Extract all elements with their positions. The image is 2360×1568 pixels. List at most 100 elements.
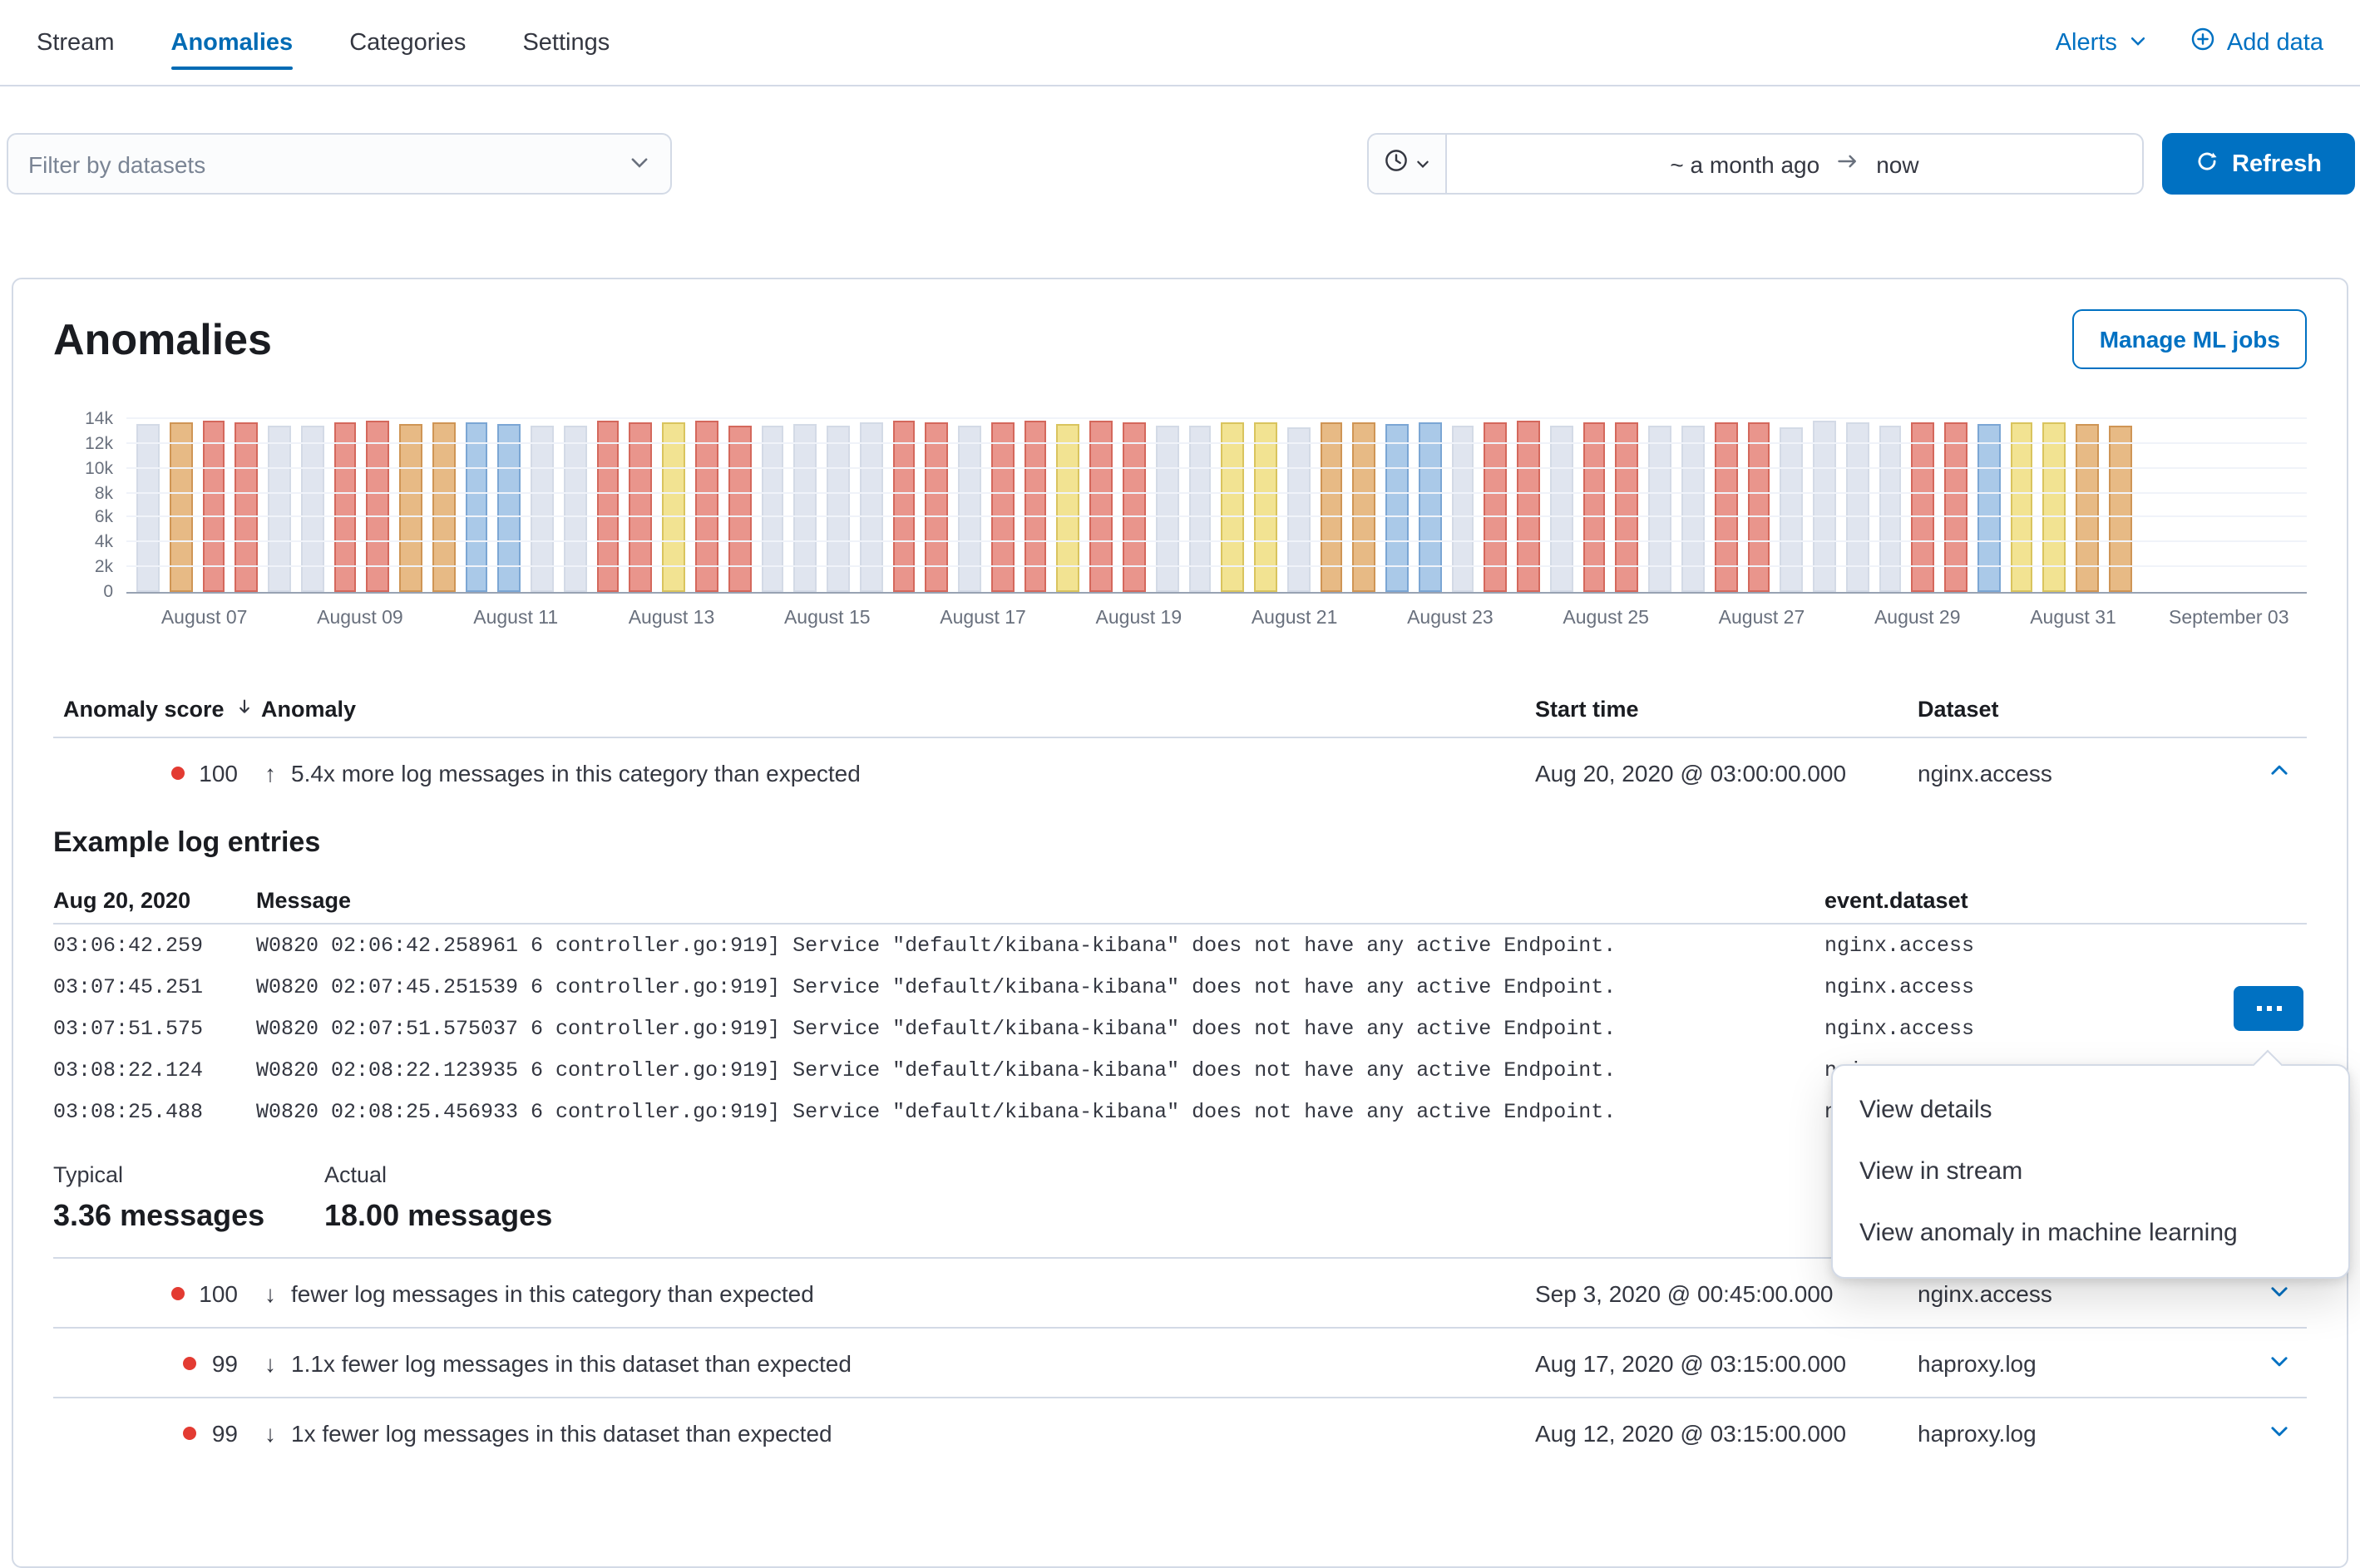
- tab-stream[interactable]: Stream: [37, 0, 115, 85]
- arrow-down-icon: ↓: [264, 1419, 276, 1446]
- chart-gridline: [126, 516, 2307, 518]
- chart-bar: [1287, 427, 1311, 592]
- anomaly-text: 1.1x fewer log messages in this dataset …: [291, 1349, 852, 1376]
- date-picker-group: ~ a month ago now Refresh: [1367, 133, 2355, 195]
- actions-popover: View detailsView in streamView anomaly i…: [1831, 1064, 2350, 1279]
- chart-y-tick-label: 14k: [85, 409, 113, 429]
- quick-select-button[interactable]: [1369, 135, 1447, 193]
- log-message: W0820 02:08:22.123935 6 controller.go:91…: [256, 1058, 1824, 1082]
- app-tabs: Stream Anomalies Categories Settings: [37, 0, 610, 85]
- alerts-menu-button[interactable]: Alerts: [2056, 29, 2147, 56]
- page-title: Anomalies: [53, 313, 272, 365]
- chart-gridline: [126, 491, 2307, 493]
- anomaly-score: 100: [199, 759, 238, 786]
- log-time: 03:08:25.488: [53, 1100, 256, 1123]
- chart-y-tick-label: 10k: [85, 458, 113, 478]
- chart-gridline: [126, 442, 2307, 444]
- refresh-button[interactable]: Refresh: [2162, 133, 2355, 195]
- arrow-right-icon: [1836, 150, 1859, 178]
- anomaly-table-row[interactable]: 99 ↓ 1.1x fewer log messages in this dat…: [53, 1327, 2307, 1397]
- typical-label: Typical: [53, 1162, 324, 1187]
- column-header-start-time[interactable]: Start time: [1515, 696, 1898, 721]
- example-log-entries-title: Example log entries: [53, 826, 2307, 860]
- alerts-label: Alerts: [2056, 29, 2117, 56]
- severity-dot: [184, 1356, 197, 1369]
- expanded-row-details: Example log entries Aug 20, 2020 Message…: [53, 826, 2307, 1257]
- table-header-row: Anomaly score Anomaly Start time Dataset: [53, 680, 2307, 738]
- severity-dot: [170, 1286, 184, 1299]
- chart-y-tick-label: 4k: [95, 533, 113, 553]
- clock-icon: [1384, 147, 1409, 180]
- severity-dot: [170, 766, 184, 779]
- date-range-field[interactable]: ~ a month ago now: [1447, 135, 2142, 193]
- chart-x-tick-label: August 21: [1217, 594, 1372, 640]
- log-dataset: nginx.access: [1824, 934, 2307, 957]
- log-message: W0820 02:06:42.258961 6 controller.go:91…: [256, 934, 1824, 957]
- anomaly-score: 99: [212, 1419, 238, 1446]
- expand-row-button[interactable]: [2250, 1419, 2307, 1446]
- log-entry-row[interactable]: 03:06:42.259 W0820 02:06:42.258961 6 con…: [53, 925, 2307, 966]
- start-time: Aug 17, 2020 @ 03:15:00.000: [1515, 1349, 1898, 1376]
- chevron-up-icon: [2268, 759, 2289, 786]
- super-date-picker: ~ a month ago now: [1367, 133, 2144, 195]
- anomaly-table-row[interactable]: 99 ↓ 1x fewer log messages in this datas…: [53, 1397, 2307, 1467]
- plus-circle-icon: [2190, 27, 2215, 58]
- typical-value: 3.36 messages: [53, 1199, 324, 1234]
- collapse-row-button[interactable]: [2250, 759, 2307, 786]
- expand-row-button[interactable]: [2250, 1280, 2307, 1306]
- expand-row-button[interactable]: [2250, 1349, 2307, 1376]
- anomaly-text: 5.4x more log messages in this category …: [291, 759, 861, 786]
- popover-item-view-in-stream[interactable]: View in stream: [1833, 1141, 2348, 1202]
- date-range-start[interactable]: ~ a month ago: [1670, 150, 1819, 177]
- dataset-filter-placeholder: Filter by datasets: [28, 150, 205, 177]
- popover-item-view-anomaly-in-machine-learning[interactable]: View anomaly in machine learning: [1833, 1202, 2348, 1264]
- chart-bar: [1780, 427, 1804, 592]
- anomaly-table-row[interactable]: 100 ↑ 5.4x more log messages in this cat…: [53, 738, 2307, 806]
- dataset-name: nginx.access: [1898, 1280, 2250, 1306]
- date-range-end[interactable]: now: [1876, 150, 1918, 177]
- log-dataset-header: event.dataset: [1824, 887, 2307, 912]
- chart-gridline: [126, 466, 2307, 468]
- top-navigation: Stream Anomalies Categories Settings Ale…: [0, 0, 2360, 86]
- panel-header: Anomalies Manage ML jobs: [53, 309, 2307, 369]
- anomaly-score: 99: [212, 1349, 238, 1376]
- chevron-down-icon: [2268, 1349, 2289, 1376]
- chart-y-tick-label: 0: [103, 582, 113, 602]
- chart-gridline: [126, 565, 2307, 567]
- log-entry-actions-button[interactable]: [2234, 986, 2303, 1031]
- start-time: Aug 12, 2020 @ 03:15:00.000: [1515, 1419, 1898, 1446]
- add-data-button[interactable]: Add data: [2190, 27, 2323, 58]
- log-entry-row[interactable]: 03:07:45.251 W0820 02:07:45.251539 6 con…: [53, 966, 2307, 1008]
- popover-item-view-details[interactable]: View details: [1833, 1079, 2348, 1141]
- dataset-filter-combobox[interactable]: Filter by datasets: [7, 133, 672, 195]
- anomalies-panel: Anomalies Manage ML jobs 02k4k6k8k10k12k…: [12, 278, 2348, 1568]
- start-time: Aug 20, 2020 @ 03:00:00.000: [1515, 759, 1898, 786]
- tab-settings[interactable]: Settings: [522, 0, 610, 85]
- chart-gridline: [126, 541, 2307, 543]
- chart-x-tick-label: August 11: [438, 594, 594, 640]
- log-time: 03:08:22.124: [53, 1058, 256, 1082]
- column-header-anomaly[interactable]: Anomaly: [261, 696, 1515, 721]
- chart-x-tick-label: August 29: [1839, 594, 1995, 640]
- chart-y-tick-label: 6k: [95, 508, 113, 528]
- chart-x-tick-label: August 15: [749, 594, 905, 640]
- sort-down-icon[interactable]: [235, 696, 254, 721]
- anomalies-table: Anomaly score Anomaly Start time Dataset…: [53, 680, 2307, 1467]
- chart-gridline: [126, 417, 2307, 419]
- tab-categories[interactable]: Categories: [349, 0, 466, 85]
- log-entry-row[interactable]: 03:07:51.575 W0820 02:07:51.575037 6 con…: [53, 1008, 2307, 1049]
- manage-ml-jobs-button[interactable]: Manage ML jobs: [2073, 309, 2307, 369]
- severity-dot: [184, 1426, 197, 1439]
- log-message: W0820 02:07:45.251539 6 controller.go:91…: [256, 975, 1824, 998]
- boxes-horizontal-icon: [2256, 1006, 2261, 1011]
- column-header-anomaly-score[interactable]: Anomaly score: [63, 696, 225, 721]
- anomalies-histogram: 02k4k6k8k10k12k14k August 07August 09Aug…: [53, 419, 2307, 640]
- column-header-dataset[interactable]: Dataset: [1898, 696, 2250, 721]
- dataset-name: haproxy.log: [1898, 1419, 2250, 1446]
- log-time: 03:06:42.259: [53, 934, 256, 957]
- add-data-label: Add data: [2227, 29, 2323, 56]
- tab-anomalies[interactable]: Anomalies: [171, 0, 294, 85]
- anomaly-text: 1x fewer log messages in this dataset th…: [291, 1419, 832, 1446]
- log-message: W0820 02:08:25.456933 6 controller.go:91…: [256, 1100, 1824, 1123]
- chart-y-tick-label: 12k: [85, 434, 113, 454]
